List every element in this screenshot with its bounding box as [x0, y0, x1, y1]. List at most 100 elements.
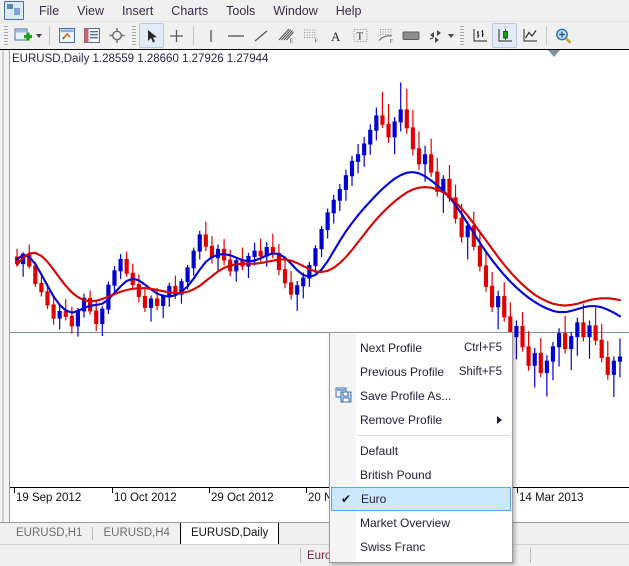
context-menu-item-profile-market-overview[interactable]: Market Overview: [330, 511, 512, 535]
menu-item-tools[interactable]: Tools: [217, 1, 264, 21]
menu-item-help[interactable]: Help: [327, 1, 371, 21]
save-profile-icon: [335, 387, 352, 403]
candle-body: [156, 299, 159, 306]
new-chart-button[interactable]: [11, 23, 36, 48]
profiles-context-menu[interactable]: Next ProfileCtrl+F5 Previous Profile Shift…: [329, 332, 513, 563]
context-menu-item-save-profile-as[interactable]: Save Profile As...: [330, 384, 512, 408]
context-menu-item-next-profile[interactable]: Next ProfileCtrl+F5: [330, 336, 512, 360]
chart-vertical-scrollbar[interactable]: [0, 50, 10, 523]
candle-body: [198, 235, 201, 251]
date-tick: [517, 488, 518, 493]
menu-item-file[interactable]: File: [30, 1, 68, 21]
candle-body: [375, 116, 378, 130]
candle-body: [34, 266, 37, 283]
horizontal-line-button[interactable]: [223, 23, 248, 48]
candle-body: [582, 323, 585, 337]
expert-advisors-button[interactable]: [54, 23, 79, 48]
context-menu-item-profile-swiss-franc[interactable]: Swiss Franc: [330, 535, 512, 559]
tab-eurusd-daily[interactable]: EURUSD,Daily: [180, 523, 279, 545]
toolbar-grip-3[interactable]: [460, 26, 464, 45]
vertical-line-button[interactable]: [198, 23, 223, 48]
context-menu-item-label: Swiss Franc: [360, 540, 425, 554]
candle-body: [162, 297, 165, 306]
candle-body: [484, 266, 487, 286]
new-chart-dropdown-chevron-down-icon[interactable]: [36, 34, 42, 38]
candle-body: [466, 226, 469, 237]
candle-body: [332, 200, 335, 213]
arrows-dropdown-chevron-down-icon[interactable]: [448, 34, 454, 38]
tab-eurusd-h4[interactable]: EURUSD,H4: [93, 523, 179, 543]
candle-body: [290, 283, 293, 294]
date-tick: [209, 488, 210, 493]
svg-text:T: T: [357, 31, 364, 43]
candle-body: [302, 278, 305, 286]
fibonacci-fan-button[interactable]: F: [298, 23, 323, 48]
candle-body: [490, 286, 493, 306]
candle-body: [344, 176, 347, 190]
data-window-button[interactable]: [79, 23, 104, 48]
candle-body: [149, 299, 152, 307]
crosshair-tool-button[interactable]: [164, 23, 189, 48]
context-menu-item-profile-default[interactable]: Default: [330, 439, 512, 463]
candlestick-chart[interactable]: [10, 50, 629, 487]
candle-body: [296, 286, 299, 294]
trendline-button[interactable]: [248, 23, 273, 48]
submenu-arrow-icon: [497, 416, 502, 424]
candle-body: [186, 268, 189, 282]
context-menu-item-previous-profile[interactable]: Previous Profile Shift+F5: [330, 360, 512, 384]
menu-item-window[interactable]: Window: [264, 1, 326, 21]
cursor-tool-button[interactable]: [139, 23, 164, 48]
context-menu-item-label: Previous Profile: [360, 365, 444, 379]
context-menu-item-label: British Pound: [360, 468, 431, 482]
context-menu-item-profile-british-pound[interactable]: British Pound: [330, 463, 512, 487]
chart-area[interactable]: EURUSD,Daily 1.28559 1.28660 1.27926 1.2…: [0, 49, 629, 523]
menu-item-view[interactable]: View: [68, 1, 113, 21]
line-chart-button[interactable]: [517, 23, 542, 48]
context-menu-item-label: Euro: [361, 492, 386, 506]
candle-body: [430, 155, 433, 172]
context-menu-item-label: Next Profile: [360, 341, 422, 355]
toolbar-grip-2[interactable]: [132, 26, 136, 45]
tab-eurusd-h1[interactable]: EURUSD,H1: [6, 523, 92, 543]
toolbar-grip[interactable]: [4, 26, 8, 45]
candle-body: [76, 311, 79, 326]
candle-body: [119, 259, 122, 270]
fibonacci-arc-button[interactable]: F: [373, 23, 398, 48]
menu-bar: File View Insert Charts Tools Window Hel…: [0, 0, 629, 21]
candle-body: [417, 149, 420, 164]
candle-body: [137, 285, 140, 297]
candle-body: [460, 218, 463, 237]
context-menu-separator: [358, 435, 510, 436]
menu-item-charts[interactable]: Charts: [162, 1, 217, 21]
candle-body: [381, 116, 384, 124]
candle-body: [253, 251, 256, 256]
context-menu-item-remove-profile[interactable]: Remove Profile: [330, 408, 512, 432]
context-menu-item-label: Remove Profile: [360, 413, 442, 427]
fibonacci-button[interactable]: E: [273, 23, 298, 48]
text-button[interactable]: A: [323, 23, 348, 48]
candle-body: [58, 312, 61, 319]
arrows-button[interactable]: [423, 23, 448, 48]
candlestick-chart-button[interactable]: [492, 23, 517, 48]
date-tick: [112, 488, 113, 493]
candle-body: [594, 326, 597, 340]
candle-body: [95, 311, 98, 324]
rectangle-button[interactable]: [398, 23, 423, 48]
candle-body: [545, 361, 548, 372]
candle-body: [600, 340, 603, 357]
candle-body: [259, 251, 262, 256]
toolbar-separator: [49, 26, 50, 45]
svg-text:E: E: [289, 39, 293, 45]
text-label-button[interactable]: T: [348, 23, 373, 48]
chart-tab-bar: EURUSD,H1 EURUSD,H4 EURUSD,Daily: [0, 522, 629, 545]
context-menu-shortcut: Shift+F5: [459, 366, 502, 378]
candle-body: [606, 358, 609, 375]
crosshair-target-button[interactable]: [104, 23, 129, 48]
date-tick-label: 29 Oct 2012: [211, 492, 274, 504]
zoom-in-button[interactable]: [551, 23, 576, 48]
menu-item-insert[interactable]: Insert: [113, 1, 162, 21]
context-menu-item-profile-euro[interactable]: ✔Euro: [331, 487, 511, 511]
candle-body: [369, 130, 372, 144]
candle-body: [618, 357, 621, 361]
bar-chart-button[interactable]: [467, 23, 492, 48]
